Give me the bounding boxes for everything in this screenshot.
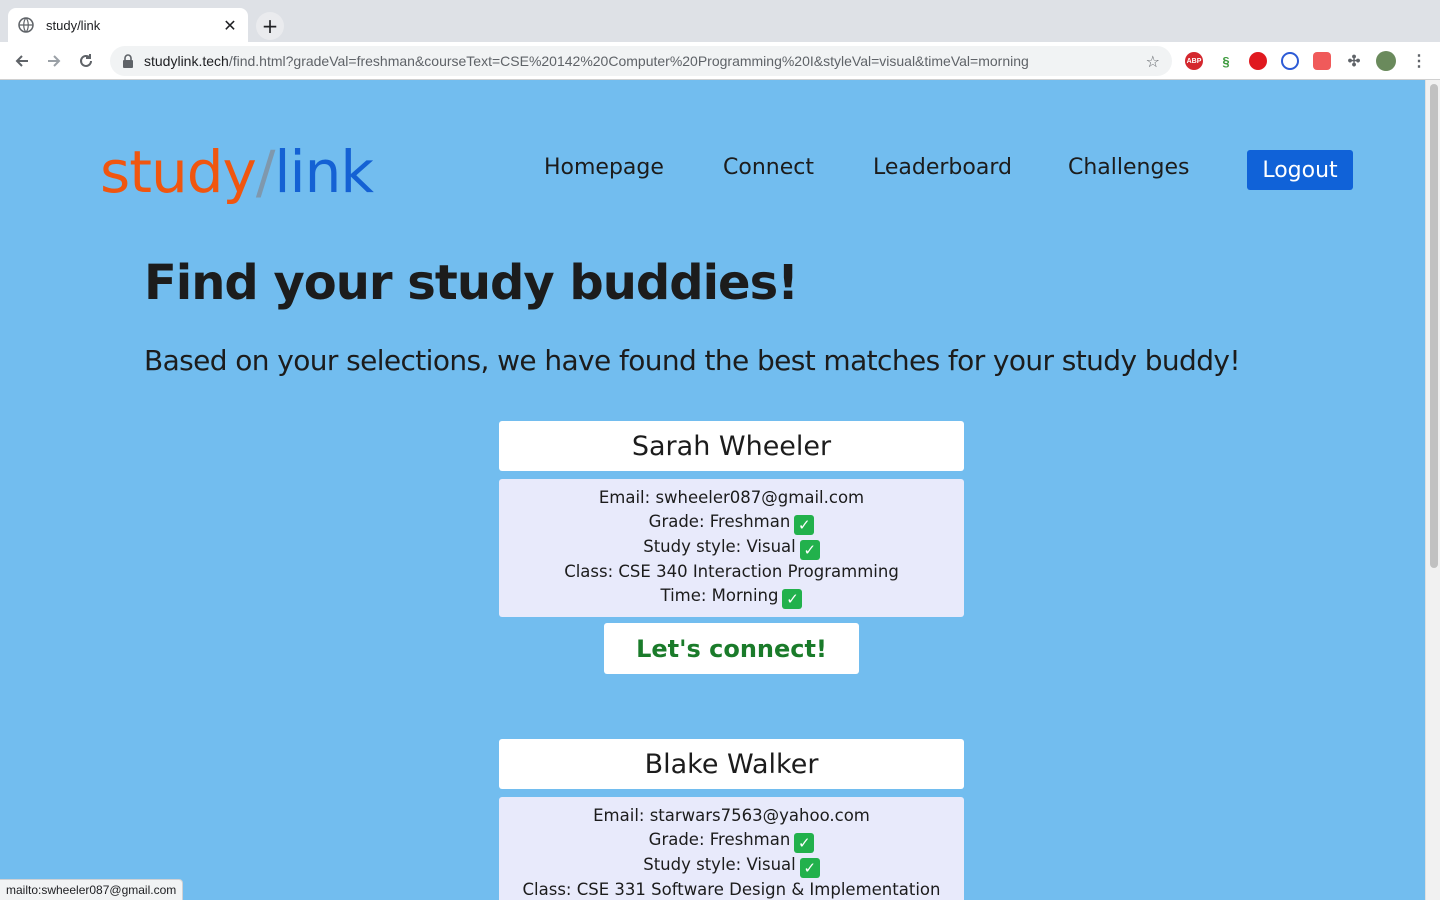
- match-email[interactable]: Email: starwars7563@yahoo.com: [499, 804, 964, 828]
- match-style-text: Study style: Visual: [643, 855, 796, 874]
- main-nav: Homepage Connect Leaderboard Challenges: [0, 150, 1425, 190]
- match-class-text: Class: CSE 340 Interaction Programming: [564, 562, 899, 581]
- menu-dots-icon[interactable]: ⋮: [1410, 52, 1428, 70]
- match-time: Time: Morning ✓: [499, 584, 964, 609]
- match-name: Sarah Wheeler: [499, 421, 964, 471]
- page-title: Find your study buddies!: [144, 255, 799, 311]
- match-grade-text: Grade: Freshman: [648, 512, 791, 531]
- nav-connect[interactable]: Connect: [723, 155, 814, 180]
- match-class-text: Class: CSE 331 Software Design & Impleme…: [522, 880, 941, 899]
- status-bar: mailto:swheeler087@gmail.com: [0, 879, 184, 900]
- match-details: Email: starwars7563@yahoo.com Grade: Fre…: [499, 797, 964, 900]
- match-name: Blake Walker: [499, 739, 964, 789]
- avatar[interactable]: [1376, 51, 1396, 71]
- back-arrow-icon[interactable]: [10, 49, 34, 73]
- match-card: Blake Walker Email: starwars7563@yahoo.c…: [499, 739, 964, 900]
- block-icon[interactable]: [1281, 52, 1299, 70]
- bookmark-star-icon[interactable]: ☆: [1146, 52, 1160, 71]
- nav-leaderboard[interactable]: Leaderboard: [873, 155, 1012, 180]
- match-style: Study style: Visual ✓: [499, 853, 964, 878]
- url-text: studylink.tech/find.html?gradeVal=freshm…: [144, 53, 1138, 69]
- shield-icon[interactable]: [1313, 52, 1331, 70]
- match-grade: Grade: Freshman ✓: [499, 510, 964, 535]
- check-icon: ✓: [799, 540, 820, 560]
- scroll-thumb[interactable]: [1430, 84, 1438, 568]
- link-icon[interactable]: §: [1217, 52, 1235, 70]
- abp-icon[interactable]: ABP: [1185, 52, 1203, 70]
- tab-title: study/link: [46, 17, 101, 33]
- match-style: Study style: Visual ✓: [499, 535, 964, 560]
- match-email-text: Email: swheeler087@gmail.com: [598, 488, 865, 507]
- match-email[interactable]: Email: swheeler087@gmail.com: [499, 486, 964, 510]
- stop-icon[interactable]: [1249, 52, 1267, 70]
- page-scrollbar[interactable]: [1425, 80, 1440, 900]
- logout-button[interactable]: Logout: [1247, 150, 1353, 190]
- check-icon: ✓: [799, 858, 820, 878]
- match-grade-text: Grade: Freshman: [648, 830, 791, 849]
- url-host: studylink.tech: [144, 53, 229, 69]
- new-tab-button[interactable]: +: [256, 12, 284, 40]
- match-card: Sarah Wheeler Email: swheeler087@gmail.c…: [499, 421, 964, 674]
- page-viewport: study/link Homepage Connect Leaderboard …: [0, 80, 1425, 900]
- browser-tabstrip: study/link ✕ +: [0, 0, 1440, 42]
- puzzle-icon[interactable]: ✣: [1345, 52, 1363, 70]
- reload-icon[interactable]: [74, 49, 98, 73]
- match-style-text: Study style: Visual: [643, 537, 796, 556]
- page-subtitle: Based on your selections, we have found …: [144, 344, 1241, 377]
- globe-icon: [18, 17, 34, 33]
- connect-button[interactable]: Let's connect!: [604, 623, 859, 674]
- match-grade: Grade: Freshman ✓: [499, 828, 964, 853]
- nav-challenges[interactable]: Challenges: [1068, 155, 1189, 180]
- match-details: Email: swheeler087@gmail.com Grade: Fres…: [499, 479, 964, 617]
- address-bar[interactable]: studylink.tech/find.html?gradeVal=freshm…: [110, 46, 1172, 76]
- forward-arrow-icon[interactable]: [42, 49, 66, 73]
- check-icon: ✓: [794, 515, 815, 535]
- nav-homepage[interactable]: Homepage: [544, 155, 664, 180]
- match-time-text: Time: Morning: [660, 586, 779, 605]
- check-icon: ✓: [782, 589, 803, 609]
- browser-tab[interactable]: study/link ✕: [8, 8, 248, 42]
- lock-icon: [123, 54, 133, 68]
- check-icon: ✓: [794, 833, 815, 853]
- match-class: Class: CSE 340 Interaction Programming: [499, 560, 964, 584]
- url-path: /find.html?gradeVal=freshman&courseText=…: [228, 53, 1029, 69]
- match-class: Class: CSE 331 Software Design & Impleme…: [499, 878, 964, 900]
- match-email-text: Email: starwars7563@yahoo.com: [593, 806, 870, 825]
- browser-toolbar: studylink.tech/find.html?gradeVal=freshm…: [0, 42, 1440, 80]
- close-icon[interactable]: ✕: [222, 16, 238, 35]
